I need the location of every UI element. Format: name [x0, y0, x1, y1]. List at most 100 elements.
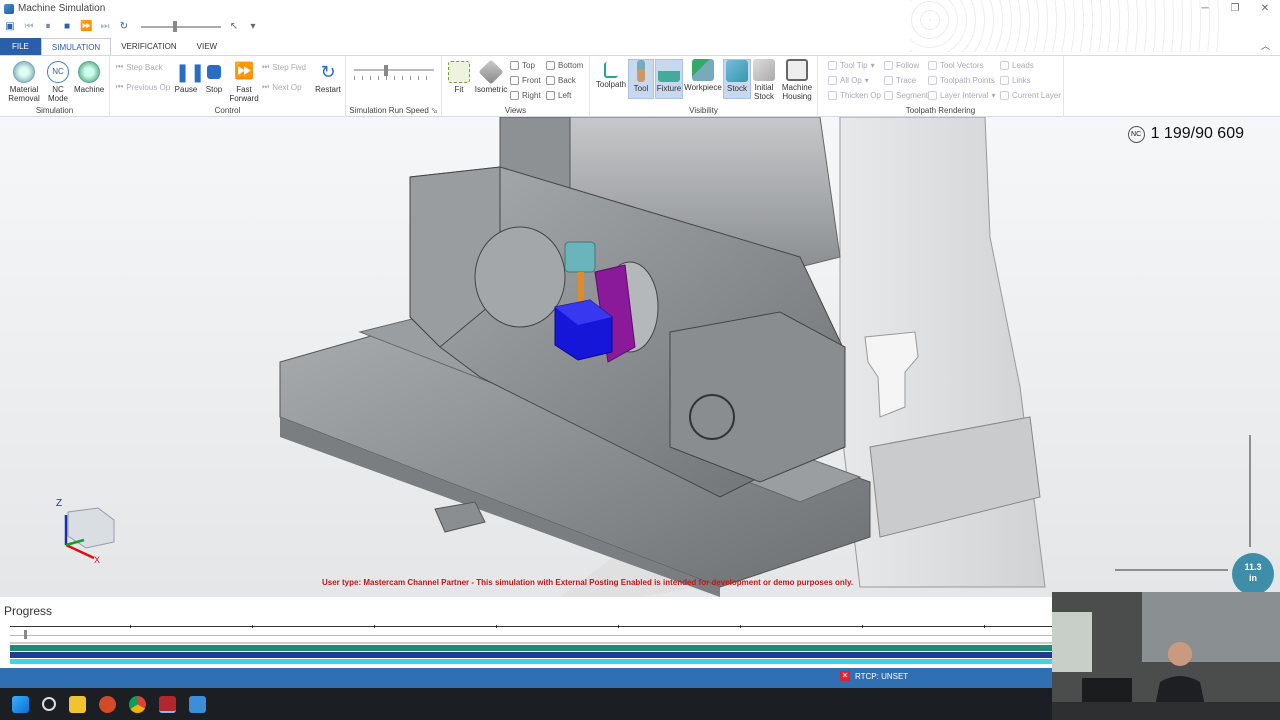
- simulator-icon[interactable]: [189, 695, 206, 713]
- view-front-label: Front: [522, 76, 541, 85]
- restart-icon[interactable]: ↻: [118, 21, 130, 33]
- axis-triad[interactable]: Z X: [56, 498, 120, 565]
- step-back-button[interactable]: ⏮ Step Back: [116, 62, 163, 72]
- qat-speed-slider[interactable]: [141, 21, 221, 32]
- restart-button[interactable]: ↻ Restart: [314, 61, 342, 94]
- progress-title: Progress: [4, 604, 53, 618]
- progress-knob[interactable]: [24, 630, 27, 639]
- zoom-badge[interactable]: 11.3 in: [1232, 553, 1274, 595]
- group-simulation: Material Removal NC NC Mode Machine Simu…: [0, 56, 110, 117]
- progress-track[interactable]: [10, 635, 1052, 636]
- windows-start-icon[interactable]: [12, 695, 29, 713]
- progress-tick: [740, 625, 741, 628]
- view-left-button[interactable]: Left: [546, 91, 571, 100]
- initial-stock-toggle[interactable]: Initial Stock: [751, 59, 777, 101]
- fixture-toggle[interactable]: Fixture: [655, 59, 683, 99]
- view-top-button[interactable]: Top: [510, 61, 535, 70]
- tool-icon: [637, 60, 645, 82]
- tool-tip-button[interactable]: Tool Tip ▾: [828, 61, 875, 70]
- file-explorer-icon[interactable]: [69, 695, 86, 713]
- view-front-button[interactable]: Front: [510, 76, 541, 85]
- step-back-icon: ⏮: [116, 62, 124, 71]
- progress-tick: [862, 625, 863, 628]
- skip-forward-icon[interactable]: ⏭: [99, 21, 111, 33]
- restart-icon: ↻: [320, 62, 336, 82]
- layer-interval-icon: [928, 91, 937, 100]
- simulation-viewport[interactable]: NC 1 199/90 609 Z X User type: Mastercam…: [0, 117, 1280, 597]
- tab-verification[interactable]: VERIFICATION: [111, 38, 186, 55]
- nc-counter: NC 1 199/90 609: [1127, 125, 1244, 143]
- powerpoint-icon[interactable]: [99, 695, 116, 713]
- run-speed-slider[interactable]: [354, 69, 434, 71]
- tab-view[interactable]: VIEW: [187, 38, 227, 55]
- fast-forward-label: Fast Forward: [229, 85, 259, 103]
- tab-file[interactable]: FILE: [0, 38, 41, 55]
- rtcp-status: ✕ RTCP: UNSET: [840, 671, 908, 681]
- machine-button[interactable]: Machine: [74, 61, 104, 94]
- isometric-icon: [478, 59, 504, 85]
- minimize-icon[interactable]: ─: [1190, 0, 1220, 17]
- dialog-launcher-icon[interactable]: ⬂: [431, 106, 438, 115]
- chrome-icon[interactable]: [129, 695, 146, 713]
- tool-vectors-icon: [928, 61, 937, 70]
- workpiece-toggle[interactable]: Workpiece: [684, 59, 722, 92]
- tab-simulation[interactable]: SIMULATION: [40, 38, 112, 55]
- view-right-button[interactable]: Right: [510, 91, 541, 100]
- pointer-icon[interactable]: ↖: [228, 21, 240, 33]
- thicken-op-label: Thicken Op: [840, 91, 881, 100]
- all-op-button[interactable]: All Op ▾: [828, 76, 869, 85]
- run-speed-label: Simulation Run Speed: [349, 106, 429, 115]
- follow-button[interactable]: Follow: [884, 61, 919, 70]
- layer-interval-button[interactable]: Layer Interval ▾: [928, 91, 995, 100]
- next-op-button[interactable]: ⏭ Next Op: [262, 82, 302, 92]
- quick-access-toolbar: ▣ ⏮ ⏸ ■ ⏩ ⏭ ↻ ↖ ▾: [0, 17, 400, 37]
- toolpath-toggle[interactable]: Toolpath: [594, 59, 628, 99]
- run-speed-knob[interactable]: [384, 65, 388, 76]
- view-back-label: Back: [558, 76, 576, 85]
- material-removal-button[interactable]: Material Removal: [6, 61, 42, 103]
- slider-knob[interactable]: [173, 21, 177, 32]
- collapse-ribbon-icon[interactable]: ︿: [1261, 38, 1270, 55]
- current-layer-button[interactable]: Current Layer: [1000, 91, 1061, 100]
- previous-op-button[interactable]: ⏮ Previous Op: [116, 82, 170, 92]
- segment-button[interactable]: Segment: [884, 91, 928, 100]
- stop-button[interactable]: Stop: [202, 61, 226, 94]
- follow-label: Follow: [896, 61, 920, 70]
- workpiece-label: Workpiece: [684, 83, 722, 92]
- toolpath-points-button[interactable]: Toolpath Points: [928, 76, 995, 85]
- pause-button[interactable]: ❚❚ Pause: [172, 61, 206, 94]
- cube-right-icon: [510, 91, 519, 100]
- trace-button[interactable]: Trace: [884, 76, 916, 85]
- nc-mode-button[interactable]: NC NC Mode: [44, 61, 72, 103]
- leads-button[interactable]: Leads: [1000, 61, 1034, 70]
- progress-band-green: [10, 645, 1052, 651]
- tool-vectors-button[interactable]: Tool Vectors: [928, 61, 984, 70]
- search-icon[interactable]: [42, 697, 56, 711]
- thicken-op-button[interactable]: Thicken Op: [828, 91, 881, 100]
- view-back-button[interactable]: Back: [546, 76, 576, 85]
- customize-icon[interactable]: ▾: [247, 21, 259, 33]
- view-bottom-button[interactable]: Bottom: [546, 61, 583, 70]
- restore-icon[interactable]: ❐: [1220, 0, 1250, 17]
- tool-toggle[interactable]: Tool: [628, 59, 654, 99]
- trunnion-end-block: [669, 311, 846, 483]
- fit-button[interactable]: Fit: [446, 61, 472, 94]
- close-icon[interactable]: ✕: [1250, 0, 1280, 17]
- links-button[interactable]: Links: [1000, 76, 1031, 85]
- mastercam-icon[interactable]: [159, 695, 176, 713]
- fast-forward-button[interactable]: ⏩ Fast Forward: [228, 61, 260, 103]
- stock-toggle[interactable]: Stock: [723, 59, 751, 99]
- toolpath-points-icon: [928, 76, 937, 85]
- machine-housing-toggle[interactable]: Machine Housing: [778, 59, 816, 101]
- view-right-label: Right: [522, 91, 541, 100]
- skip-back-icon[interactable]: ⏮: [23, 21, 35, 33]
- leads-icon: [1000, 61, 1009, 70]
- play-icon[interactable]: ⏩: [80, 21, 92, 33]
- save-icon[interactable]: ▣: [4, 21, 16, 33]
- stop-icon[interactable]: ■: [61, 21, 73, 33]
- isometric-button[interactable]: Isometric: [474, 59, 508, 94]
- pause-icon[interactable]: ⏸: [42, 21, 54, 33]
- step-fwd-button[interactable]: ⏭ Step Fwd: [262, 62, 306, 72]
- group-views: Fit Isometric Top Front Right Bottom Bac…: [442, 56, 590, 117]
- machine-housing-label: Machine Housing: [781, 83, 813, 101]
